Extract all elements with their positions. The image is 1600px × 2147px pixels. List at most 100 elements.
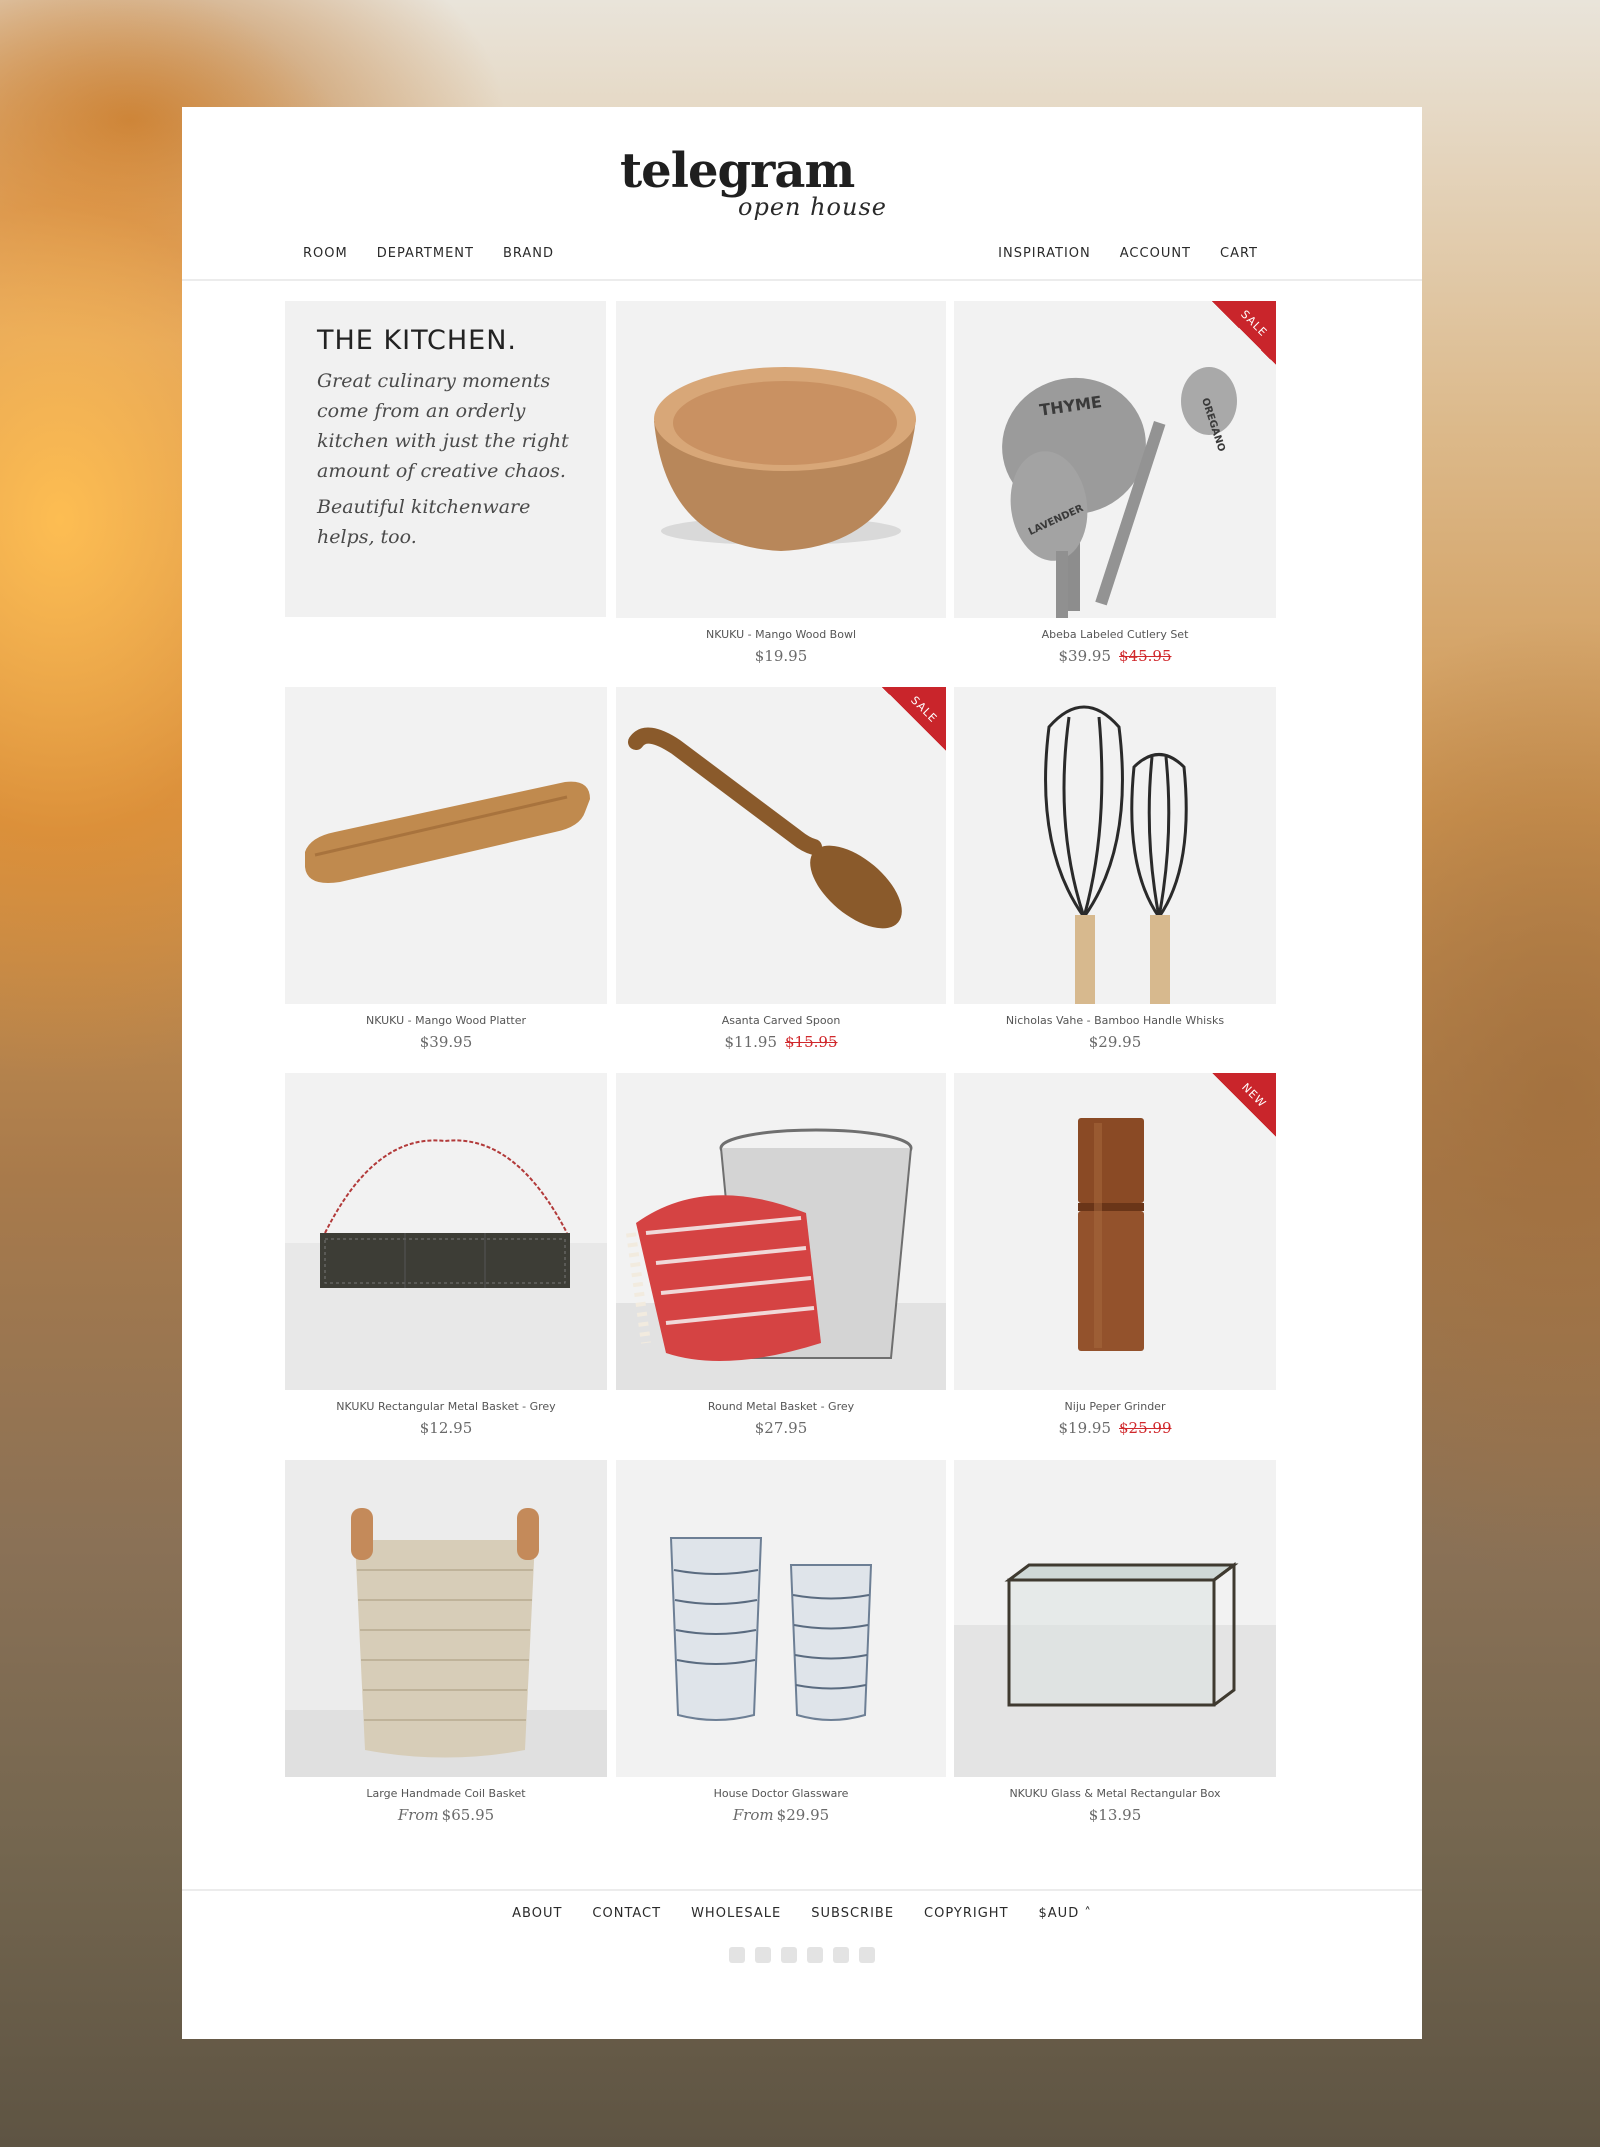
product-image[interactable]: [285, 1073, 607, 1390]
product-price: $39.95 $45.95: [954, 647, 1276, 665]
product-price: $19.95: [616, 647, 946, 665]
product-image[interactable]: [954, 1460, 1276, 1777]
blog-icon[interactable]: [833, 1947, 849, 1963]
facebook-icon[interactable]: [781, 1947, 797, 1963]
footer-copyright[interactable]: COPYRIGHT: [924, 1906, 1008, 1921]
product-name[interactable]: NKUKU - Mango Wood Platter: [285, 1014, 607, 1027]
product-name[interactable]: Niju Peper Grinder: [954, 1400, 1276, 1413]
rectangular-metal-basket-image: [285, 1139, 607, 1390]
product-card[interactable]: THYME OREGANO LAVENDER SALE Abeba Labele…: [954, 301, 1276, 665]
social-links: [182, 1947, 1422, 1963]
current-price: $39.95: [419, 1033, 473, 1051]
nav-room[interactable]: ROOM: [303, 246, 348, 261]
product-card[interactable]: NKUKU Rectangular Metal Basket - Grey $1…: [285, 1073, 607, 1437]
product-price: $12.95: [285, 1419, 607, 1437]
header-divider: [182, 279, 1422, 281]
original-price: $45.95: [1119, 647, 1172, 665]
product-card[interactable]: Round Metal Basket - Grey $27.95: [616, 1073, 946, 1437]
current-price: $65.95: [441, 1806, 495, 1824]
nav-cart[interactable]: CART: [1220, 246, 1258, 261]
footer-subscribe[interactable]: SUBSCRIBE: [811, 1906, 894, 1921]
product-price: $19.95 $25.99: [954, 1419, 1276, 1437]
page-panel: telegram open house ROOM DEPARTMENT BRAN…: [182, 107, 1422, 2039]
product-price: From $65.95: [285, 1806, 607, 1824]
brand-name: telegram: [620, 143, 855, 199]
whisks-image: [1044, 705, 1188, 1004]
product-name[interactable]: Asanta Carved Spoon: [616, 1014, 946, 1027]
brand-logo[interactable]: telegram open house: [620, 143, 950, 233]
primary-nav: ROOM DEPARTMENT BRAND: [303, 246, 554, 261]
product-card[interactable]: Large Handmade Coil Basket From $65.95: [285, 1460, 607, 1824]
nav-brand[interactable]: BRAND: [503, 246, 554, 261]
nav-account[interactable]: ACCOUNT: [1120, 246, 1191, 261]
product-name[interactable]: Large Handmade Coil Basket: [285, 1787, 607, 1800]
sale-badge: SALE: [882, 687, 946, 751]
product-name[interactable]: Nicholas Vahe - Bamboo Handle Whisks: [954, 1014, 1276, 1027]
product-name[interactable]: NKUKU - Mango Wood Bowl: [616, 628, 946, 641]
coil-basket-image: [285, 1460, 607, 1777]
product-image[interactable]: SALE: [616, 687, 946, 1004]
category-title: THE KITCHEN.: [317, 325, 518, 356]
product-image[interactable]: [285, 687, 607, 1004]
price-prefix: From: [397, 1806, 439, 1824]
glass-metal-box-image: [954, 1562, 1276, 1777]
current-price: $19.95: [754, 647, 808, 665]
product-card[interactable]: Nicholas Vahe - Bamboo Handle Whisks $29…: [954, 687, 1276, 1051]
nav-inspiration[interactable]: INSPIRATION: [998, 246, 1091, 261]
product-card[interactable]: NKUKU Glass & Metal Rectangular Box $13.…: [954, 1460, 1276, 1824]
badge-label: SALE: [1238, 307, 1270, 340]
currency-selector[interactable]: $AUD ˄: [1039, 1906, 1092, 1921]
secondary-nav: INSPIRATION ACCOUNT CART: [998, 246, 1258, 261]
product-card[interactable]: House Doctor Glassware From $29.95: [616, 1460, 946, 1824]
brand-tagline: open house: [738, 193, 887, 221]
product-price: $13.95: [954, 1806, 1276, 1824]
footer-nav: ABOUT CONTACT WHOLESALE SUBSCRIBE COPYRI…: [182, 1906, 1422, 1921]
original-price: $25.99: [1119, 1419, 1172, 1437]
new-badge: NEW: [1212, 1073, 1276, 1137]
price-prefix: From: [732, 1806, 774, 1824]
current-price: $29.95: [776, 1806, 830, 1824]
product-price: $27.95: [616, 1419, 946, 1437]
product-card[interactable]: SALE Asanta Carved Spoon $11.95 $15.95: [616, 687, 946, 1051]
product-name[interactable]: Abeba Labeled Cutlery Set: [954, 628, 1276, 641]
mango-wood-platter-image: [305, 781, 590, 883]
product-image[interactable]: NEW: [954, 1073, 1276, 1390]
footer-wholesale[interactable]: WHOLESALE: [691, 1906, 781, 1921]
product-image[interactable]: [616, 1460, 946, 1777]
product-name[interactable]: Round Metal Basket - Grey: [616, 1400, 946, 1413]
product-name[interactable]: NKUKU Rectangular Metal Basket - Grey: [285, 1400, 607, 1413]
product-price: $11.95 $15.95: [616, 1033, 946, 1051]
glassware-image: [669, 1537, 873, 1721]
footer-divider: [182, 1889, 1422, 1891]
category-description: Great culinary moments come from an orde…: [317, 370, 569, 482]
product-name[interactable]: NKUKU Glass & Metal Rectangular Box: [954, 1787, 1276, 1800]
product-card[interactable]: NKUKU - Mango Wood Platter $39.95: [285, 687, 607, 1051]
google-plus-icon[interactable]: [859, 1947, 875, 1963]
product-image[interactable]: [285, 1460, 607, 1777]
product-image[interactable]: [616, 301, 946, 618]
current-price: $39.95: [1058, 647, 1112, 665]
twitter-icon[interactable]: [755, 1947, 771, 1963]
instagram-icon[interactable]: [729, 1947, 745, 1963]
sale-badge: SALE: [1212, 301, 1276, 365]
current-price: $29.95: [1088, 1033, 1142, 1051]
current-price: $19.95: [1058, 1419, 1112, 1437]
nav-department[interactable]: DEPARTMENT: [377, 246, 474, 261]
category-intro: THE KITCHEN. Great culinary moments come…: [285, 301, 606, 617]
current-price: $27.95: [754, 1419, 808, 1437]
current-price: $12.95: [419, 1419, 473, 1437]
product-card[interactable]: NEW Niju Peper Grinder $19.95 $25.99: [954, 1073, 1276, 1437]
product-price: From $29.95: [616, 1806, 946, 1824]
product-price: $29.95: [954, 1033, 1276, 1051]
pinterest-icon[interactable]: [807, 1947, 823, 1963]
footer-contact[interactable]: CONTACT: [592, 1906, 661, 1921]
product-image[interactable]: [616, 1073, 946, 1390]
product-image[interactable]: THYME OREGANO LAVENDER SALE: [954, 301, 1276, 618]
product-card[interactable]: NKUKU - Mango Wood Bowl $19.95: [616, 301, 946, 665]
product-price: $39.95: [285, 1033, 607, 1051]
product-name[interactable]: House Doctor Glassware: [616, 1787, 946, 1800]
current-price: $13.95: [1088, 1806, 1142, 1824]
product-image[interactable]: [954, 687, 1276, 1004]
footer-about[interactable]: ABOUT: [512, 1906, 562, 1921]
round-metal-basket-image: [616, 1128, 946, 1390]
